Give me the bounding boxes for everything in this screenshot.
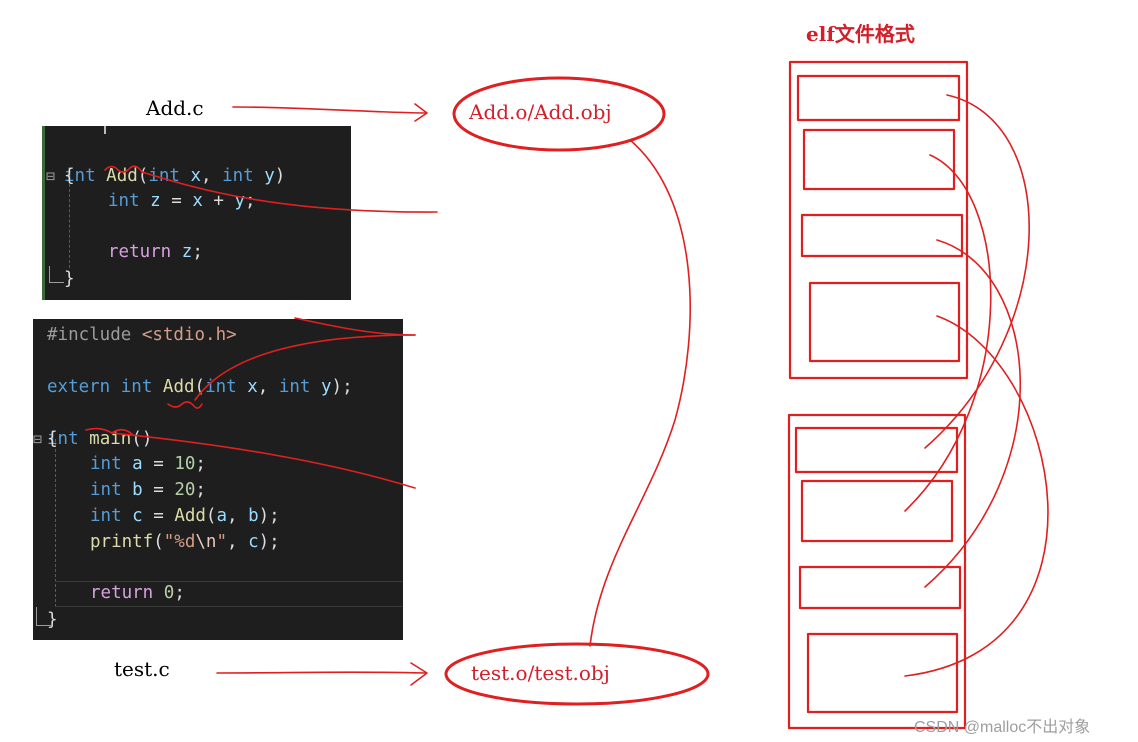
elf-test-obj-block: [787, 413, 967, 730]
extern-line-top: [294, 317, 416, 336]
test-c-arrowhead: [410, 662, 428, 686]
add-obj-label: Add.o/Add.obj: [469, 100, 612, 124]
elf-test-section-3: [798, 565, 962, 610]
elf-test-section-4: [806, 632, 959, 714]
csdn-watermark: CSDN @malloc不出对象: [914, 719, 1091, 736]
add-c-arrow: [232, 106, 426, 114]
test-c-arrow: [216, 671, 426, 674]
elf-add-section-4: [808, 281, 961, 363]
main-underline-squiggle: [85, 427, 133, 435]
elf-add-obj-block: [788, 60, 969, 380]
main-symbol-line: [111, 432, 416, 489]
elf-add-section-2: [802, 128, 956, 191]
section-2-link: [904, 154, 992, 512]
elf-add-section-1: [796, 74, 961, 122]
elf-format-title: elf文件格式: [806, 22, 915, 46]
add-underline-squiggle: [104, 165, 143, 173]
add-symbol-line: [141, 171, 438, 213]
section-4-link: [904, 315, 1049, 677]
extern-underline-squiggle: [167, 401, 203, 409]
section-3-link: [924, 239, 1022, 588]
test-obj-label: test.o/test.obj: [471, 661, 610, 685]
elf-add-section-3: [800, 213, 964, 258]
elf-test-section-1: [794, 426, 959, 474]
obj-link-curve: [589, 139, 691, 647]
extern-line-curve: [194, 334, 416, 401]
section-1-link: [924, 94, 1030, 449]
elf-test-section-2: [800, 479, 954, 543]
